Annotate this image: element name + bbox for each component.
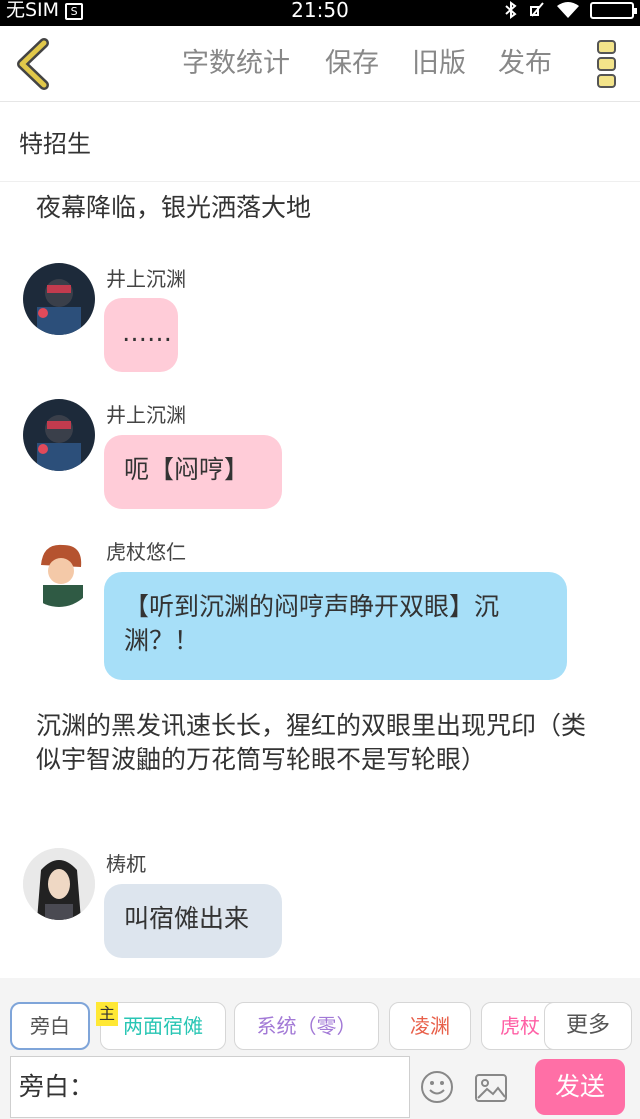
publish-button[interactable]: 发布 <box>498 46 552 82</box>
chevron-left-icon[interactable] <box>12 38 56 90</box>
old-version-button[interactable]: 旧版 <box>412 46 466 82</box>
role-button-system[interactable]: 系统（零） <box>234 1002 379 1050</box>
message-bubble[interactable]: …… <box>104 298 178 372</box>
bluetooth-icon <box>505 1 517 19</box>
speaker-name: 梼杌 <box>106 852 146 876</box>
word-count-button[interactable]: 字数统计 <box>182 46 290 82</box>
send-button[interactable]: 发送 <box>535 1059 625 1115</box>
narration-text: 沉渊的黑发讯速长长，猩红的双眼里出现咒印（类似宇智波鼬的万花筒写轮眼不是写轮眼） <box>36 711 587 774</box>
status-bar: 无SIM S 21:50 <box>0 0 640 26</box>
message-bubble[interactable]: 呃【闷哼】 <box>104 435 282 509</box>
chat-list[interactable]: 夜幕降临，银光洒落大地 井上沉渊 …… 井上沉渊 呃【闷哼】 虎杖悠仁 【听到沉… <box>0 183 640 978</box>
message-bubble[interactable]: 【听到沉渊的闷哼声睁开双眼】沉渊？！ <box>104 572 567 680</box>
three-dots-vertical-icon[interactable] <box>594 38 620 90</box>
battery-icon <box>590 1 637 19</box>
image-icon[interactable] <box>474 1073 508 1103</box>
composer-bar: 旁白： 发送 <box>0 1054 640 1119</box>
wifi-icon <box>557 2 579 18</box>
role-button-lingyuan[interactable]: 凌渊 <box>389 1002 471 1050</box>
avatar[interactable] <box>23 535 95 607</box>
save-button[interactable]: 保存 <box>325 46 379 82</box>
editor-toolbar: 字数统计 保存 旧版 发布 <box>0 26 640 102</box>
emoji-icon[interactable] <box>420 1070 454 1104</box>
avatar[interactable] <box>23 399 95 471</box>
no-notification-icon <box>530 2 544 17</box>
more-roles-button[interactable]: 更多 <box>544 1002 632 1050</box>
avatar[interactable] <box>23 848 95 920</box>
speaker-name: 井上沉渊 <box>106 403 186 427</box>
role-button-sukuna[interactable]: 两面宿傩 <box>100 1002 226 1050</box>
story-title-row[interactable]: 特招生 <box>0 102 640 182</box>
main-role-badge: 主 <box>96 1002 118 1026</box>
role-button-narrator[interactable]: 旁白 <box>10 1002 90 1050</box>
speaker-name: 虎杖悠仁 <box>106 540 186 564</box>
message-input[interactable]: 旁白： <box>10 1056 410 1118</box>
narration-text: 夜幕降临，银光洒落大地 <box>36 193 312 222</box>
message-bubble[interactable]: 叫宿傩出来 <box>104 884 282 958</box>
story-title: 特招生 <box>19 130 91 158</box>
avatar[interactable] <box>23 263 95 335</box>
speaker-name: 井上沉渊 <box>106 267 186 291</box>
status-icons <box>504 0 637 20</box>
